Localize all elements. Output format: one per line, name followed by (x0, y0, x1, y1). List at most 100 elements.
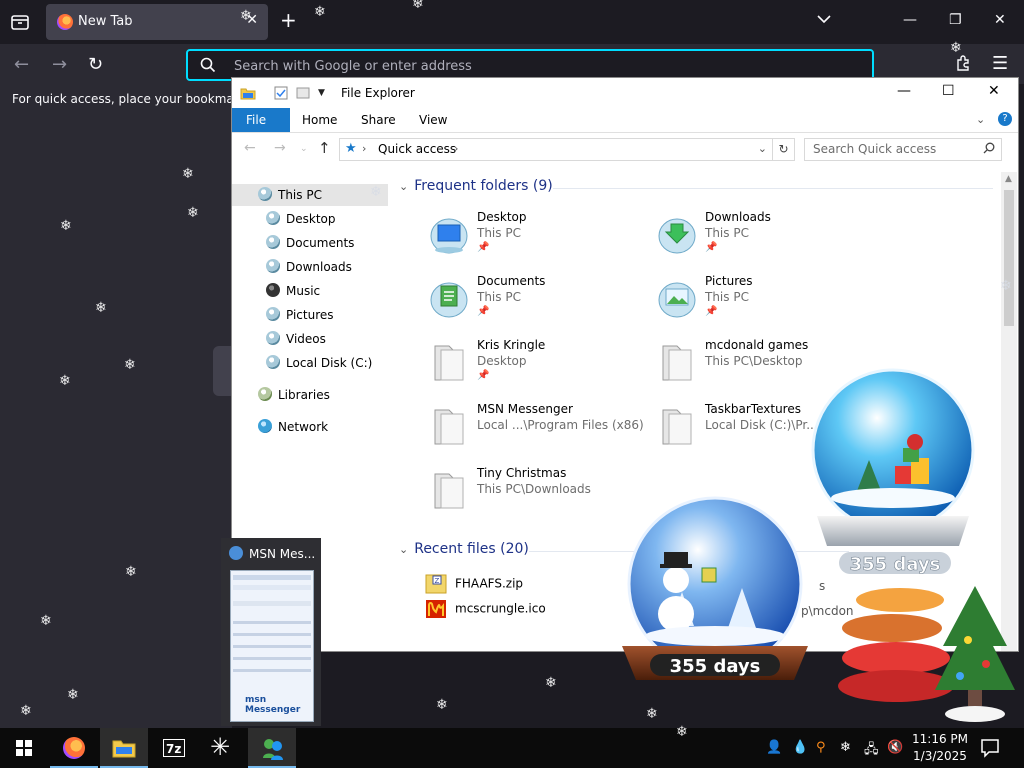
notification-center-icon[interactable] (980, 738, 1000, 761)
folder-item-desktop[interactable]: Desktop This PC 📌 (429, 210, 657, 270)
asterisk-icon: ✳ (210, 733, 231, 761)
network-tray-icon[interactable]: 🖧 (864, 740, 879, 762)
christmas-tree-gadget[interactable] (830, 580, 1020, 725)
up-arrow-icon[interactable]: ↑ (318, 139, 331, 157)
7zip-icon: 7z (163, 739, 185, 757)
folder-item-downloads[interactable]: Downloads This PC 📌 (657, 210, 885, 270)
msn-icon (229, 546, 243, 560)
ribbon-tab-share[interactable]: Share (347, 108, 410, 132)
close-window-icon[interactable]: ✕ (994, 12, 1006, 28)
address-dropdown-icon[interactable]: ⌄ (758, 142, 767, 155)
nav-item-pictures[interactable]: Pictures (266, 304, 334, 326)
nav-item-documents[interactable]: Documents (266, 232, 354, 254)
videos-icon (266, 331, 280, 345)
folder-item-documents[interactable]: Documents This PC 📌 (429, 274, 657, 334)
nav-item-local-disk[interactable]: Local Disk (C:) (266, 352, 372, 374)
recent-file-fhaafs[interactable]: Z FHAAFS.zip (425, 574, 523, 596)
msn-preview-window: msn Messenger (230, 570, 314, 722)
network-icon (258, 419, 272, 433)
firefox-icon (57, 14, 73, 30)
taskbar-file-explorer[interactable] (100, 728, 148, 768)
forward-arrow-icon[interactable]: → (52, 54, 67, 75)
libraries-icon (258, 387, 272, 401)
magnifier-tray-icon[interactable]: ⚲ (816, 740, 826, 755)
water-drop-icon[interactable]: 💧 (792, 740, 808, 755)
explorer-close-icon[interactable]: ✕ (988, 83, 1000, 99)
explorer-search-box[interactable] (804, 138, 1002, 161)
folder-item-msn-messenger[interactable]: MSN Messenger Local ...\Program Files (x… (429, 402, 657, 462)
help-icon[interactable]: ? (998, 112, 1012, 126)
snow-globe-presents[interactable]: 355 days (795, 366, 995, 586)
folder-item-kris-kringle[interactable]: Kris Kringle Desktop 📌 (429, 338, 657, 398)
folder-icon (662, 409, 692, 445)
ribbon-tab-view[interactable]: View (405, 108, 461, 132)
scrollbar-thumb[interactable] (1004, 190, 1014, 326)
start-button[interactable] (0, 728, 48, 768)
new-tab-card[interactable] (213, 346, 232, 396)
restore-icon[interactable]: ❐ (949, 12, 962, 28)
nav-item-network[interactable]: Network (258, 416, 328, 438)
folder-quick-icon[interactable] (240, 86, 256, 103)
explorer-back-icon[interactable]: ← (244, 140, 256, 156)
music-icon (266, 283, 280, 297)
nav-item-this-pc[interactable]: This PC (232, 184, 388, 206)
nav-item-videos[interactable]: Videos (266, 328, 326, 350)
snowflake-tray-icon[interactable]: ❄ (840, 740, 851, 755)
firefox-icon (63, 737, 85, 759)
nav-item-downloads[interactable]: Downloads (266, 256, 352, 278)
hamburger-menu-icon[interactable]: ☰ (992, 53, 1008, 74)
recent-files-header[interactable]: ⌄ Recent files (20) (399, 541, 529, 557)
back-arrow-icon[interactable]: ← (14, 54, 29, 75)
tab-list-icon[interactable] (8, 10, 32, 34)
explorer-search-input[interactable] (811, 141, 975, 157)
url-input[interactable] (232, 55, 836, 77)
breadcrumb-quick-access[interactable]: Quick access (378, 142, 456, 156)
snow-globe-snowman[interactable]: 355 days (610, 496, 820, 706)
system-clock[interactable]: 11:16 PM 1/3/2025 (912, 731, 968, 765)
volume-muted-icon[interactable]: 🔇 (887, 740, 903, 755)
extensions-icon[interactable] (955, 54, 973, 72)
explorer-forward-icon[interactable]: → (274, 140, 286, 156)
breadcrumb-chevron-icon[interactable]: › (454, 142, 458, 155)
search-icon (200, 57, 216, 76)
nav-item-music[interactable]: Music (266, 280, 320, 302)
taskbar-sparkle-app[interactable]: ✳ (198, 728, 246, 768)
days-label: 355 days (850, 554, 941, 575)
downloads-icon (266, 259, 280, 273)
recent-locations-icon[interactable]: ⌄ (300, 144, 308, 154)
folder-icon (434, 473, 464, 509)
msn-logo: msn Messenger (245, 695, 301, 715)
properties-icon[interactable] (274, 86, 288, 103)
explorer-maximize-icon[interactable]: ☐ (942, 83, 955, 99)
breadcrumb-chevron-icon[interactable]: › (362, 142, 366, 155)
msn-taskbar-preview[interactable]: MSN Mes... msn Messenger (221, 538, 321, 726)
reload-icon[interactable]: ↻ (88, 54, 103, 75)
frequent-folders-header[interactable]: ⌄ Frequent folders (9) (399, 178, 553, 194)
nav-item-libraries[interactable]: Libraries (258, 384, 330, 406)
new-folder-icon[interactable] (296, 86, 310, 103)
folder-item-pictures[interactable]: Pictures This PC 📌 (657, 274, 885, 334)
explorer-minimize-icon[interactable]: — (897, 83, 911, 99)
expand-ribbon-icon[interactable]: ⌄ (976, 113, 985, 126)
taskbar-msn-messenger[interactable] (248, 728, 296, 768)
browser-tab-new-tab[interactable]: New Tab ✕ (46, 4, 268, 40)
refresh-icon[interactable]: ↻ (772, 138, 795, 161)
ribbon-tab-file[interactable]: File (232, 108, 290, 132)
recent-file-mcscrungle[interactable]: mcscrungle.ico (425, 599, 546, 621)
address-bar[interactable]: ★ › Quick access › ⌄ (339, 138, 773, 161)
ribbon-tab-home[interactable]: Home (288, 108, 351, 132)
bookmarks-hint-text: For quick access, place your bookmarks h (12, 92, 264, 106)
taskbar-7zip[interactable]: 7z (150, 728, 198, 768)
mcdonalds-icon (426, 600, 446, 618)
browser-content (0, 114, 232, 728)
minimize-icon[interactable]: — (903, 12, 917, 28)
taskbar-firefox[interactable] (50, 728, 98, 768)
scroll-up-icon[interactable]: ▲ (1005, 174, 1012, 184)
nav-item-desktop[interactable]: Desktop (266, 208, 336, 230)
chevron-down-icon: ⌄ (399, 543, 409, 556)
close-tab-icon[interactable]: ✕ (246, 12, 258, 28)
user-tray-icon[interactable]: 👤 (766, 740, 782, 755)
customize-toolbar-icon[interactable]: ▼ (318, 88, 325, 98)
new-tab-button[interactable]: + (280, 10, 297, 30)
chevron-down-icon[interactable] (817, 12, 831, 28)
